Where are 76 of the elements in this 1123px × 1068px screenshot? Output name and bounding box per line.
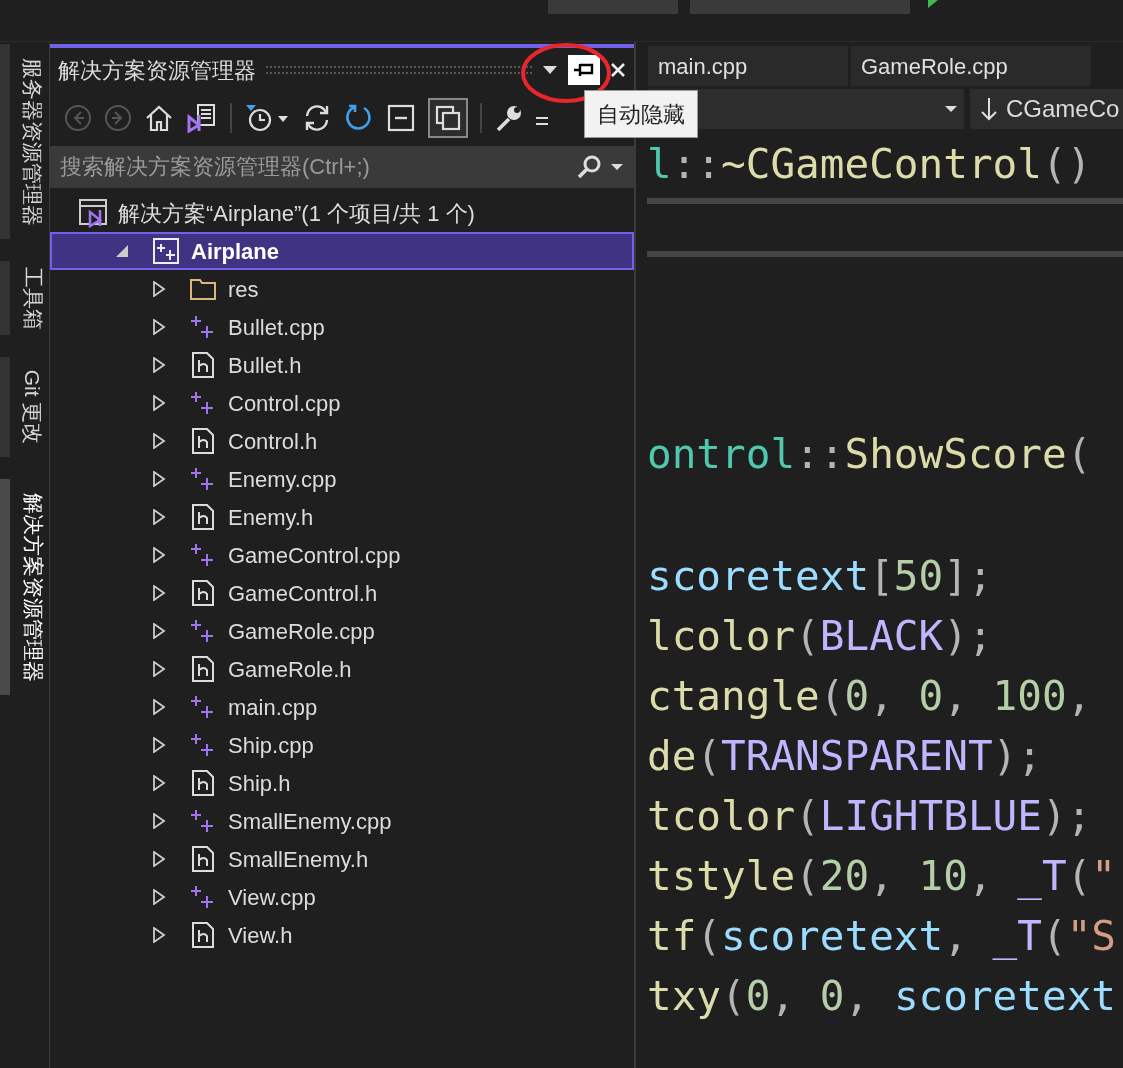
tree-row[interactable]: GameControl.cpp — [50, 536, 634, 574]
dropdown-icon[interactable] — [542, 65, 558, 75]
code-line: l::~CGameControl() — [647, 139, 1093, 190]
editor-tab[interactable]: main.cpp — [648, 46, 848, 86]
code-line: tstyle(20, 10, _T(" — [647, 851, 1118, 902]
collapsed-arrow-icon[interactable] — [152, 585, 166, 601]
pin-button[interactable] — [568, 55, 600, 85]
panel-title: 解决方案资源管理器 — [58, 56, 256, 85]
collapsed-arrow-icon[interactable] — [152, 737, 166, 753]
collapsed-arrow-icon[interactable] — [152, 471, 166, 487]
side-tab[interactable]: 解决方案资源管理器 — [0, 479, 48, 695]
tree-row[interactable]: Bullet.cpp — [50, 308, 634, 346]
arrow-down-icon — [980, 97, 998, 121]
refresh-icon[interactable] — [344, 103, 374, 133]
tree-row[interactable]: Airplane — [50, 232, 634, 270]
collapsed-arrow-icon[interactable] — [152, 927, 166, 943]
dropdown-icon[interactable] — [610, 162, 624, 172]
code-line: scoretext[50]; — [647, 551, 994, 602]
editor-tab[interactable]: GameRole.cpp — [851, 46, 1091, 86]
tree-row[interactable]: res — [50, 270, 634, 308]
tree-row[interactable]: Ship.cpp — [50, 726, 634, 764]
tree-row[interactable]: Enemy.h — [50, 498, 634, 536]
show-all-files-button[interactable] — [428, 98, 468, 138]
tree-row[interactable]: GameRole.cpp — [50, 612, 634, 650]
tree-row[interactable]: GameControl.h — [50, 574, 634, 612]
code-line: ontrol::ShowScore( — [647, 429, 1093, 480]
collapse-icon[interactable] — [386, 103, 416, 133]
collapsed-arrow-icon[interactable] — [152, 395, 166, 411]
collapsed-arrow-icon[interactable] — [152, 813, 166, 829]
collapsed-arrow-icon[interactable] — [152, 775, 166, 791]
collapsed-arrow-icon[interactable] — [152, 319, 166, 335]
solution-icon — [78, 198, 108, 228]
tree-row[interactable]: Control.cpp — [50, 384, 634, 422]
side-tab[interactable]: Git 更改 — [0, 357, 48, 457]
search-box[interactable]: 搜索解决方案资源管理器(Ctrl+;) — [50, 146, 634, 188]
collapsed-arrow-icon[interactable] — [152, 509, 166, 525]
grip-handle[interactable] — [266, 66, 532, 74]
tree-row[interactable]: View.cpp — [50, 878, 634, 916]
tree-row[interactable]: SmallEnemy.cpp — [50, 802, 634, 840]
expanded-arrow-icon[interactable] — [115, 243, 129, 259]
solution-view-icon[interactable] — [186, 103, 218, 133]
search-field[interactable]: 搜索解决方案资源管理器(Ctrl+;) — [60, 147, 576, 187]
tree-row[interactable]: Control.h — [50, 422, 634, 460]
project-icon — [151, 236, 181, 266]
tree-row[interactable]: GameRole.h — [50, 650, 634, 688]
home-icon[interactable] — [144, 104, 174, 132]
member-dropdown[interactable]: CGameCo — [970, 89, 1123, 129]
collapsed-arrow-icon[interactable] — [152, 889, 166, 905]
collapsed-arrow-icon[interactable] — [152, 661, 166, 677]
tree-row[interactable]: 解决方案“Airplane”(1 个项目/共 1 个) — [50, 194, 634, 232]
code-line: tf(scoretext, _T("S — [647, 911, 1118, 962]
tree-row[interactable]: Bullet.h — [50, 346, 634, 384]
tree-row[interactable]: main.cpp — [50, 688, 634, 726]
code-line: ctangle(0, 0, 100, — [647, 671, 1093, 722]
close-icon[interactable] — [610, 62, 626, 78]
history-icon[interactable] — [244, 103, 290, 133]
tree-row[interactable]: Enemy.cpp — [50, 460, 634, 498]
search-icon — [576, 154, 602, 180]
code-line: lcolor(BLACK); — [647, 611, 994, 662]
tree-row[interactable]: Ship.h — [50, 764, 634, 802]
tree-row[interactable]: View.h — [50, 916, 634, 954]
collapsed-arrow-icon[interactable] — [152, 623, 166, 639]
wrench-icon[interactable] — [494, 103, 524, 133]
collapsed-arrow-icon[interactable] — [152, 357, 166, 373]
tooltip: 自动隐藏 — [584, 90, 698, 138]
code-line: de(TRANSPARENT); — [647, 731, 1043, 782]
collapsed-arrow-icon[interactable] — [152, 281, 166, 297]
caret-icon — [944, 105, 958, 113]
tree-row[interactable]: SmallEnemy.h — [50, 840, 634, 878]
collapsed-arrow-icon[interactable] — [152, 699, 166, 715]
code-line: tcolor(LIGHTBLUE); — [647, 791, 1093, 842]
collapsed-arrow-icon[interactable] — [152, 433, 166, 449]
files-icon — [434, 104, 462, 132]
code-line: txy(0, 0, scoretext — [647, 971, 1118, 1022]
collapsed-arrow-icon[interactable] — [152, 851, 166, 867]
collapsed-arrow-icon[interactable] — [152, 547, 166, 563]
